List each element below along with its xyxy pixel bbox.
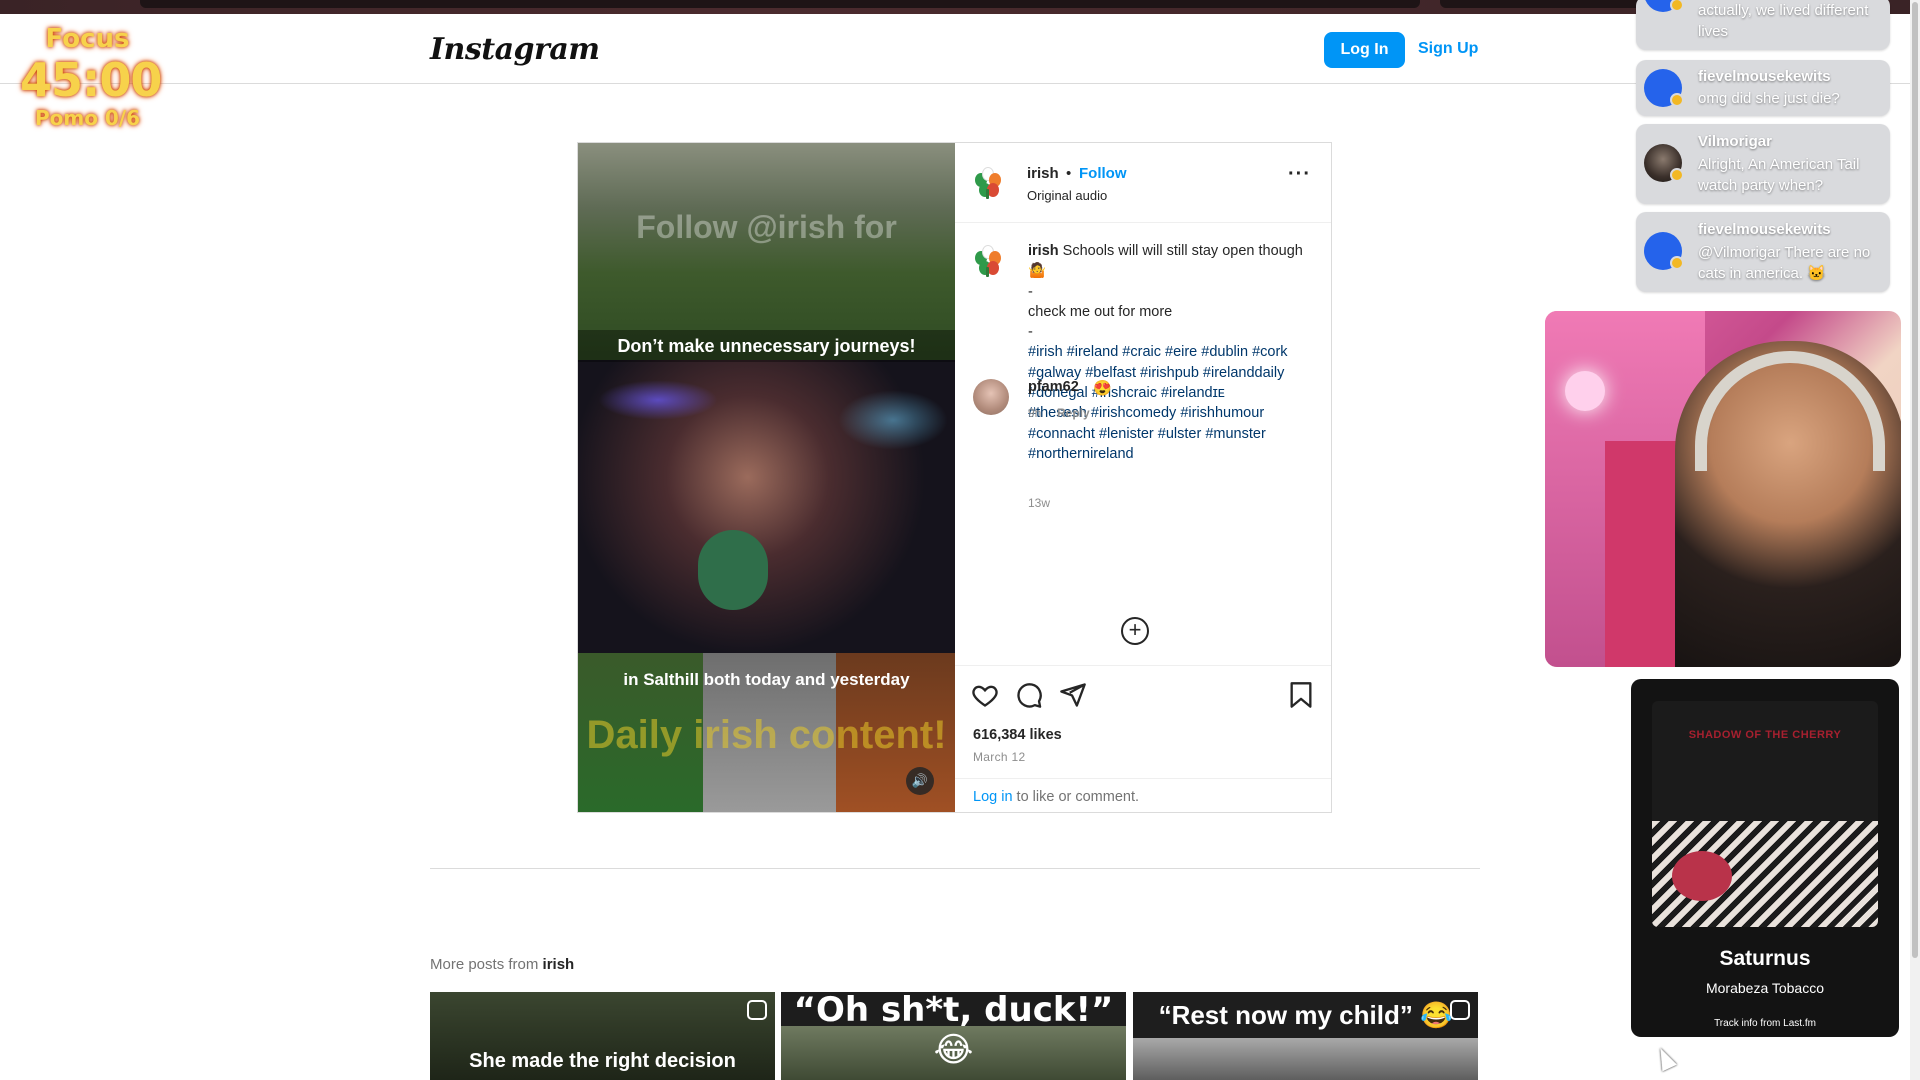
screen: Instagram Log In Sign Up Focus 45:00 Pom…: [0, 0, 1920, 1080]
more-posts-heading: More posts from irish: [430, 956, 574, 973]
chat-message-text: Alright, An American Tail watch party wh…: [1698, 156, 1860, 194]
load-more-comments-icon[interactable]: +: [1121, 617, 1149, 645]
signup-button[interactable]: Sign Up: [1418, 40, 1478, 58]
comment-username[interactable]: pfam62: [1028, 379, 1079, 395]
login-link[interactable]: Log in: [973, 789, 1013, 805]
chat-message: actually, we lived different lives: [1636, 0, 1890, 50]
reel-icon: [747, 1000, 767, 1020]
instagram-logo[interactable]: Instagram: [430, 32, 600, 67]
track-source: Track info from Last.fm: [1714, 1018, 1816, 1029]
track-title: Saturnus: [1719, 947, 1811, 970]
album-art-text: SHADOW OF THE CHERRY: [1688, 729, 1842, 741]
album-art: SHADOW OF THE CHERRY: [1652, 701, 1878, 927]
login-prompt-text: to like or comment.: [1012, 789, 1140, 805]
chat-message-text: @Vilmorigar There are no cats in america…: [1698, 244, 1871, 282]
section-divider: [430, 868, 1480, 869]
thumbnail-caption: She made the right decision: [469, 1050, 736, 1072]
more-post-thumbnail[interactable]: She made the right decision: [430, 992, 775, 1080]
video-daily-overlay: Daily irish content!: [586, 713, 947, 757]
chat-avatar: [1644, 69, 1684, 107]
caption-dash: -: [1028, 283, 1033, 300]
chat-avatar: [1644, 232, 1684, 270]
irish-avatar-icon[interactable]: [971, 165, 1005, 199]
page-scrollbar[interactable]: [1910, 0, 1920, 1080]
caption-body: Schools will will still stay open though…: [1028, 243, 1303, 280]
like-heart-icon[interactable]: [971, 681, 999, 709]
focus-time: 45:00: [20, 53, 162, 107]
browser-tab-strip: [0, 0, 1920, 14]
focus-timer-overlay: Focus 45:00 Pomo 0/6: [20, 24, 162, 130]
caption-avatar-icon[interactable]: [971, 243, 1005, 277]
chat-username: Vilmorigar: [1698, 133, 1772, 150]
chat-message: Vilmorigar Alright, An American Tail wat…: [1636, 124, 1890, 204]
browser-extension-bar[interactable]: [1440, 0, 1660, 8]
focus-label: Focus: [45, 24, 130, 54]
chat-username: fievelmousekewits: [1698, 68, 1831, 85]
video-watermark: Follow @irish for: [636, 209, 897, 245]
comment-text: 😍: [1093, 380, 1112, 397]
more-post-thumbnail[interactable]: “Rest now my child” 😂: [1133, 992, 1478, 1080]
more-posts-prefix: More posts from: [430, 956, 543, 973]
streamer-webcam: [1545, 311, 1901, 667]
like-count[interactable]: 616,384 likes: [973, 727, 1062, 743]
chat-avatar: [1644, 0, 1684, 12]
post-actions: [955, 665, 1331, 725]
thumbnail-caption: “Rest now my child” 😂: [1158, 1000, 1453, 1030]
post-sidebar: irish • Follow Original audio ··· irish …: [955, 143, 1331, 812]
address-bar[interactable]: [140, 0, 1420, 8]
pomo-count: Pomo 0/6: [34, 106, 141, 130]
video-caption-top: Don’t make unnecessary journeys!: [578, 330, 955, 362]
more-post-thumbnail[interactable]: “Oh sh*t, duck!” 😂: [781, 992, 1126, 1080]
video-caption-bottom: in Salthill both today and yesterday: [623, 670, 910, 689]
original-audio-link[interactable]: Original audio: [1027, 188, 1107, 203]
comment-icon[interactable]: [1015, 681, 1043, 709]
post-card: Follow @irish for Don’t make unnecessary…: [577, 142, 1332, 813]
post-caption: irish Schools will will still stay open …: [955, 223, 1331, 653]
video-scene-reporter: [578, 360, 955, 653]
save-bookmark-icon[interactable]: [1287, 681, 1315, 709]
caption-line: check me out for more: [1028, 303, 1173, 320]
chat-message-text: actually, we lived different lives: [1698, 2, 1869, 40]
mouse-cursor-icon: [1653, 1044, 1677, 1072]
post-header: irish • Follow Original audio ···: [955, 143, 1331, 223]
commenter-avatar[interactable]: [973, 379, 1009, 415]
microphone: [698, 530, 768, 610]
chat-username: fievelmousekewits: [1698, 221, 1831, 238]
chat-avatar: [1644, 144, 1684, 182]
separator-dot: •: [1066, 165, 1072, 182]
post-video[interactable]: Follow @irish for Don’t make unnecessary…: [578, 143, 955, 812]
caption-text: irish Schools will will still stay open …: [1028, 241, 1313, 464]
caption-dash: -: [1028, 324, 1033, 341]
now-playing-widget: SHADOW OF THE CHERRY Saturnus Morabeza T…: [1631, 679, 1899, 1037]
video-scene-cliffs: [578, 143, 955, 360]
login-button[interactable]: Log In: [1324, 32, 1405, 68]
post-username[interactable]: irish: [1027, 165, 1059, 182]
follow-button[interactable]: Follow: [1079, 165, 1127, 182]
caption-username[interactable]: irish: [1028, 243, 1059, 259]
login-prompt: Log in to like or comment.: [955, 778, 1331, 812]
thumbnail-caption: “Oh sh*t, duck!” 😂: [793, 992, 1114, 1070]
instagram-header: Instagram Log In Sign Up: [0, 14, 1920, 84]
share-icon[interactable]: [1059, 681, 1087, 709]
track-artist: Morabeza Tobacco: [1705, 980, 1825, 996]
more-options-icon[interactable]: ···: [1288, 163, 1311, 186]
post-date: March 12: [973, 750, 1026, 764]
more-posts-user[interactable]: irish: [543, 956, 575, 973]
comment-time: 9h: [1028, 406, 1042, 420]
chat-message: fievelmousekewits omg did she just die?: [1636, 60, 1890, 116]
comment-reply-button[interactable]: Reply: [1057, 406, 1090, 420]
audio-toggle-icon[interactable]: 🔊: [906, 767, 934, 795]
caption-time: 13w: [1028, 496, 1051, 510]
chat-message: fievelmousekewits @Vilmorigar There are …: [1636, 212, 1890, 292]
chat-message-text: omg did she just die?: [1698, 90, 1840, 107]
